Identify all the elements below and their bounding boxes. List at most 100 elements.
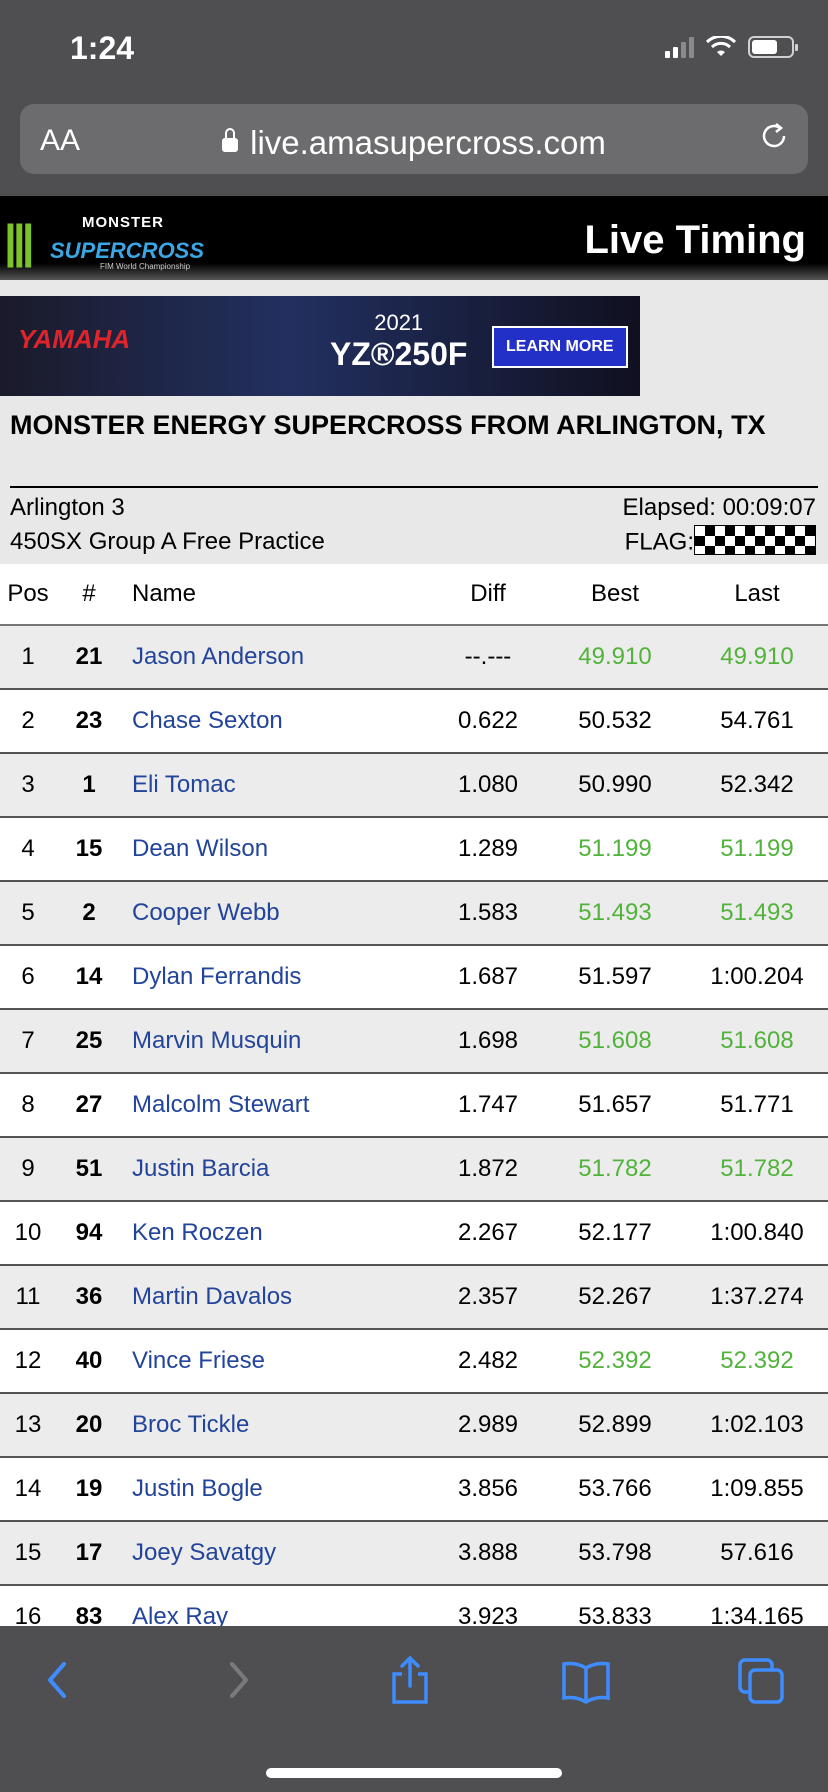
site-header: ||| MONSTER SUPERCROSS FIM World Champio… (0, 196, 828, 280)
cell-diff: 1.583 (432, 881, 544, 946)
cell-number: 40 (56, 1329, 122, 1394)
live-timing-title: Live Timing (584, 218, 806, 262)
cell-number: 14 (56, 945, 122, 1010)
header-name: Name (122, 564, 432, 626)
logo-monster-text: MONSTER (82, 214, 164, 231)
table-row[interactable]: 13 20 Broc Tickle 2.989 52.899 1:02.103 (0, 1393, 828, 1458)
yamaha-ad-banner[interactable]: YAMAHA 2021 YZ®250F LEARN MORE (0, 296, 640, 396)
cell-diff: 2.357 (432, 1265, 544, 1330)
table-row[interactable]: 10 94 Ken Roczen 2.267 52.177 1:00.840 (0, 1201, 828, 1266)
cell-last: 51.608 (686, 1009, 828, 1074)
session-name: 450SX Group A Free Practice (10, 528, 325, 555)
wifi-icon (706, 36, 736, 56)
cell-diff: 2.267 (432, 1201, 544, 1266)
cell-rider-name[interactable]: Vince Friese (122, 1329, 432, 1394)
cell-diff: 3.856 (432, 1457, 544, 1522)
ad-year: 2021 (374, 310, 424, 335)
cell-diff: 3.888 (432, 1521, 544, 1586)
reload-icon[interactable] (758, 120, 790, 152)
forward-icon[interactable] (206, 1650, 266, 1710)
url-display[interactable]: live.amasupercross.com (20, 124, 808, 162)
cell-rider-name[interactable]: Dylan Ferrandis (122, 945, 432, 1010)
cell-last: 49.910 (686, 625, 828, 690)
cell-rider-name[interactable]: Martin Davalos (122, 1265, 432, 1330)
table-row[interactable]: 3 1 Eli Tomac 1.080 50.990 52.342 (0, 753, 828, 818)
table-row[interactable]: 15 17 Joey Savatgy 3.888 53.798 57.616 (0, 1521, 828, 1586)
supercross-logo[interactable]: ||| MONSTER SUPERCROSS FIM World Champio… (4, 214, 224, 274)
cell-pos: 2 (0, 689, 56, 754)
table-row[interactable]: 1 21 Jason Anderson --.--- 49.910 49.910 (0, 625, 828, 690)
event-info: MONSTER ENERGY SUPERCROSS FROM ARLINGTON… (0, 396, 828, 564)
cell-best: 50.532 (544, 689, 686, 754)
ad-strip: YAMAHA 2021 YZ®250F LEARN MORE (0, 280, 828, 396)
cell-rider-name[interactable]: Chase Sexton (122, 689, 432, 754)
cell-best: 51.782 (544, 1137, 686, 1202)
cell-pos: 1 (0, 625, 56, 690)
yamaha-logo: YAMAHA (18, 324, 131, 354)
cell-best: 50.990 (544, 753, 686, 818)
cell-best: 51.597 (544, 945, 686, 1010)
header-best: Best (544, 564, 686, 626)
cell-last: 52.392 (686, 1329, 828, 1394)
cell-number: 25 (56, 1009, 122, 1074)
home-indicator[interactable] (266, 1768, 562, 1778)
cell-diff: 1.698 (432, 1009, 544, 1074)
cell-pos: 13 (0, 1393, 56, 1458)
cell-last: 51.782 (686, 1137, 828, 1202)
monster-claw-icon: ||| (4, 215, 35, 267)
header-diff: Diff (432, 564, 544, 626)
cell-number: 15 (56, 817, 122, 882)
cell-pos: 5 (0, 881, 56, 946)
cell-diff: 2.482 (432, 1329, 544, 1394)
cell-rider-name[interactable]: Malcolm Stewart (122, 1073, 432, 1138)
table-row[interactable]: 7 25 Marvin Musquin 1.698 51.608 51.608 (0, 1009, 828, 1074)
cell-best: 53.798 (544, 1521, 686, 1586)
address-bar[interactable]: AA live.amasupercross.com (20, 104, 808, 174)
header-last: Last (686, 564, 828, 626)
cell-best: 52.392 (544, 1329, 686, 1394)
cell-rider-name[interactable]: Broc Tickle (122, 1393, 432, 1458)
table-row[interactable]: 12 40 Vince Friese 2.482 52.392 52.392 (0, 1329, 828, 1394)
cell-rider-name[interactable]: Eli Tomac (122, 753, 432, 818)
cell-rider-name[interactable]: Cooper Webb (122, 881, 432, 946)
logo-fim-text: FIM World Championship (100, 262, 191, 271)
cell-last: 51.493 (686, 881, 828, 946)
cell-rider-name[interactable]: Joey Savatgy (122, 1521, 432, 1586)
cell-number: 17 (56, 1521, 122, 1586)
cell-diff: 1.872 (432, 1137, 544, 1202)
cell-number: 20 (56, 1393, 122, 1458)
cell-diff: 0.622 (432, 689, 544, 754)
cell-last: 1:09.855 (686, 1457, 828, 1522)
ad-model: 2021 YZ®250F (330, 310, 467, 373)
ad-model-name: YZ®250F (330, 336, 468, 372)
cell-rider-name[interactable]: Ken Roczen (122, 1201, 432, 1266)
table-row[interactable]: 4 15 Dean Wilson 1.289 51.199 51.199 (0, 817, 828, 882)
back-icon[interactable] (30, 1650, 90, 1710)
table-row[interactable]: 6 14 Dylan Ferrandis 1.687 51.597 1:00.204 (0, 945, 828, 1010)
url-text: live.amasupercross.com (250, 124, 606, 161)
table-row[interactable]: 5 2 Cooper Webb 1.583 51.493 51.493 (0, 881, 828, 946)
cell-diff: 2.989 (432, 1393, 544, 1458)
cell-number: 36 (56, 1265, 122, 1330)
share-icon[interactable] (380, 1650, 440, 1710)
cell-best: 53.766 (544, 1457, 686, 1522)
cell-best: 52.899 (544, 1393, 686, 1458)
signal-icon (665, 36, 694, 58)
table-row[interactable]: 14 19 Justin Bogle 3.856 53.766 1:09.855 (0, 1457, 828, 1522)
bookmarks-icon[interactable] (556, 1650, 616, 1710)
tabs-icon[interactable] (732, 1650, 792, 1710)
cell-rider-name[interactable]: Jason Anderson (122, 625, 432, 690)
browser-toolbar: AA live.amasupercross.com (0, 96, 828, 196)
table-row[interactable]: 8 27 Malcolm Stewart 1.747 51.657 51.771 (0, 1073, 828, 1138)
cell-rider-name[interactable]: Justin Bogle (122, 1457, 432, 1522)
cell-rider-name[interactable]: Marvin Musquin (122, 1009, 432, 1074)
table-row[interactable]: 11 36 Martin Davalos 2.357 52.267 1:37.274 (0, 1265, 828, 1330)
table-row[interactable]: 2 23 Chase Sexton 0.622 50.532 54.761 (0, 689, 828, 754)
browser-bottom-toolbar (0, 1626, 828, 1792)
divider (10, 486, 818, 488)
table-row[interactable]: 9 51 Justin Barcia 1.872 51.782 51.782 (0, 1137, 828, 1202)
cell-rider-name[interactable]: Justin Barcia (122, 1137, 432, 1202)
learn-more-button[interactable]: LEARN MORE (492, 326, 628, 368)
cell-rider-name[interactable]: Dean Wilson (122, 817, 432, 882)
cell-number: 21 (56, 625, 122, 690)
